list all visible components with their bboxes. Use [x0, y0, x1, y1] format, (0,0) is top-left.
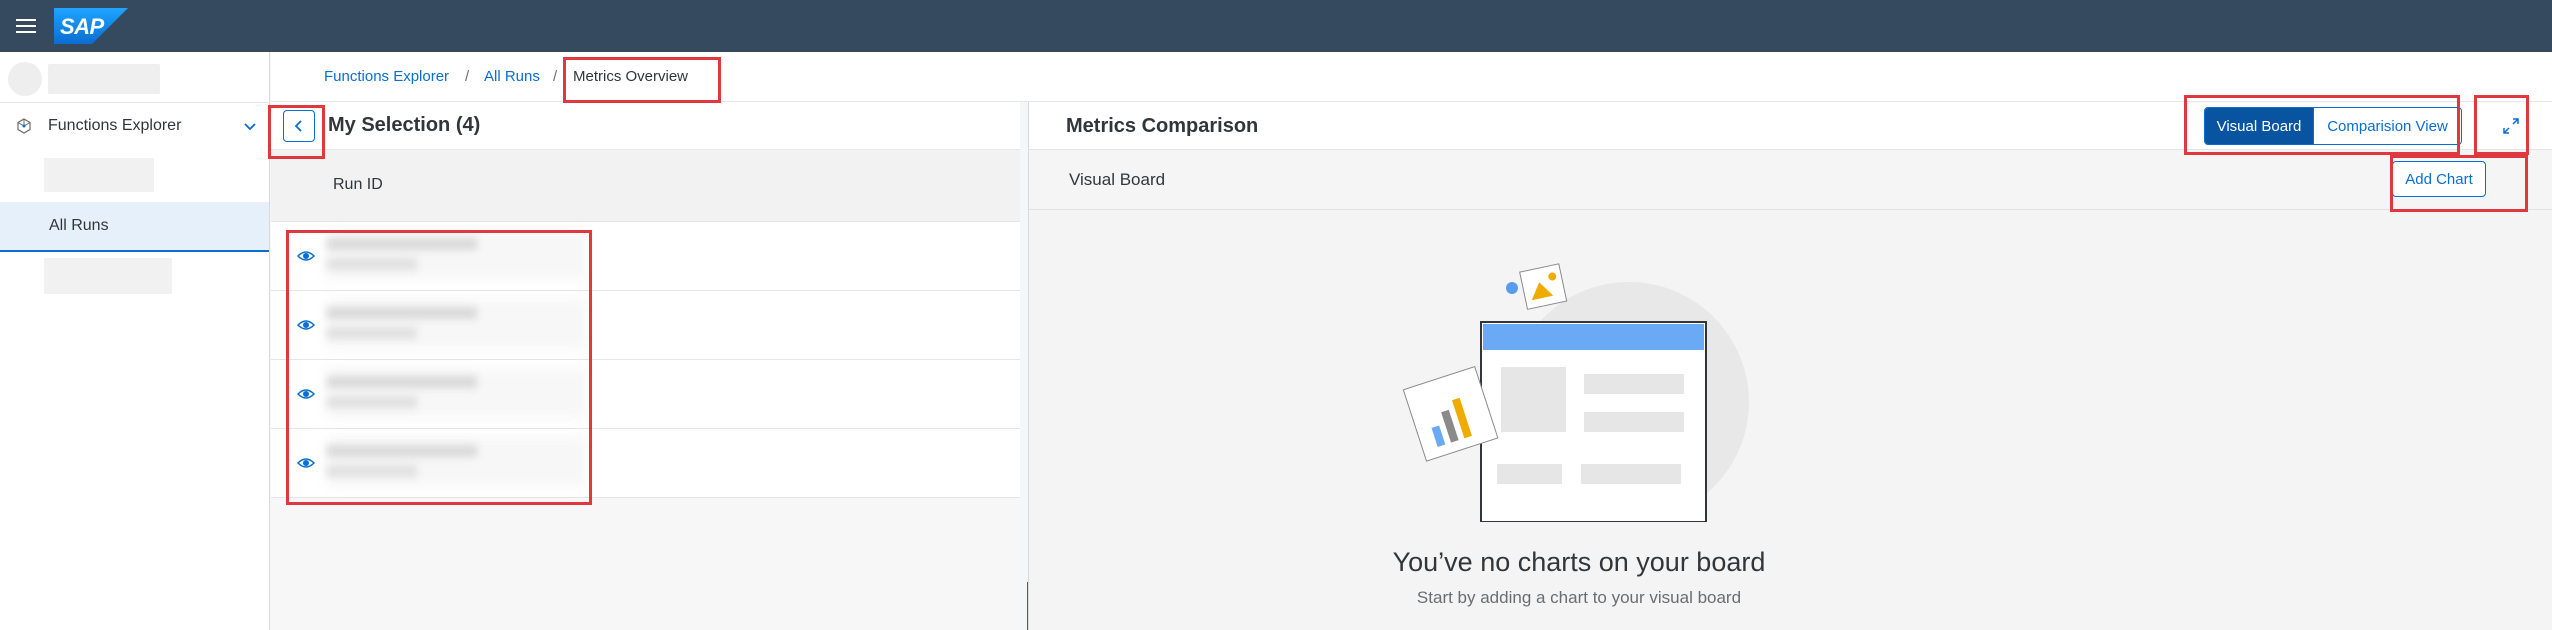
table-row[interactable] — [271, 429, 1020, 498]
panel-splitter[interactable] — [1020, 102, 1028, 630]
view-segmented-button: Visual Board Comparision View — [2204, 107, 2462, 145]
table-header: Run ID — [271, 150, 1020, 222]
add-chart-button[interactable]: Add Chart — [2392, 161, 2486, 197]
metrics-panel: Metrics Comparison Visual Board Comparis… — [1028, 102, 2552, 630]
sidebar-group-label: Functions Explorer — [48, 117, 182, 134]
sap-logo[interactable]: SAP — [54, 8, 128, 44]
eye-icon[interactable] — [297, 318, 315, 332]
side-navigation: Functions Explorer All Runs — [0, 52, 270, 630]
run-id-redacted — [327, 396, 417, 408]
run-id-redacted — [327, 258, 417, 270]
fullscreen-icon — [2503, 118, 2519, 134]
column-header-run-id[interactable]: Run ID — [333, 176, 383, 194]
user-placeholder — [8, 62, 160, 96]
breadcrumb-separator: / — [465, 68, 470, 85]
user-name-placeholder — [48, 64, 160, 94]
chevron-down-icon[interactable] — [242, 118, 258, 134]
shell-bar: SAP — [0, 0, 2552, 52]
nav-divider — [0, 102, 270, 103]
sidebar-item-placeholder[interactable] — [44, 258, 172, 294]
run-id-redacted — [327, 238, 477, 250]
fullscreen-button[interactable] — [2496, 111, 2526, 141]
avatar — [8, 62, 42, 96]
sidebar-item-functions-explorer[interactable]: Functions Explorer — [0, 104, 270, 148]
breadcrumb-separator: / — [553, 68, 558, 85]
breadcrumb: Functions Explorer / All Runs / Metrics … — [271, 52, 2552, 102]
collapse-selection-button[interactable] — [283, 110, 315, 142]
visual-board-label: Visual Board — [1069, 170, 1166, 189]
run-id-redacted — [327, 445, 477, 457]
empty-board-illustration — [1402, 263, 1749, 522]
sap-logo-text: SAP — [60, 14, 104, 39]
eye-icon[interactable] — [297, 387, 315, 401]
hamburger-menu-icon — [16, 19, 36, 33]
eye-icon[interactable] — [297, 249, 315, 263]
chevron-left-icon — [294, 120, 302, 132]
table-row[interactable] — [271, 222, 1020, 291]
metrics-title: Metrics Comparison — [1066, 115, 1259, 137]
visual-board-toolbar: Visual Board Add Chart — [1029, 150, 2552, 210]
run-id-redacted — [327, 376, 477, 388]
empty-state-subtitle: Start by adding a chart to your visual b… — [1416, 588, 1742, 607]
run-id-redacted — [327, 307, 477, 319]
run-id-redacted — [327, 465, 417, 477]
breadcrumb-functions-explorer[interactable]: Functions Explorer — [324, 68, 449, 85]
segment-visual-board[interactable]: Visual Board — [2205, 108, 2313, 144]
selection-panel: My Selection (4) Run ID — [271, 102, 1020, 630]
empty-state-title: You’ve no charts on your board — [1392, 547, 1766, 577]
functions-explorer-icon — [17, 118, 31, 134]
table-row[interactable] — [271, 360, 1020, 429]
selection-title: My Selection (4) — [328, 114, 481, 136]
selection-header: My Selection (4) — [271, 102, 1020, 150]
menu-button[interactable] — [0, 0, 52, 52]
breadcrumb-metrics-overview: Metrics Overview — [573, 68, 689, 85]
table-row[interactable] — [271, 291, 1020, 360]
sidebar-item-placeholder[interactable] — [44, 158, 154, 192]
run-id-redacted — [327, 327, 417, 339]
sidebar-item-label: All Runs — [49, 217, 109, 234]
metrics-header: Metrics Comparison Visual Board Comparis… — [1029, 102, 2552, 150]
sidebar-item-all-runs[interactable]: All Runs — [0, 202, 269, 252]
eye-icon[interactable] — [297, 456, 315, 470]
breadcrumb-all-runs[interactable]: All Runs — [484, 68, 540, 85]
segment-comparision-view[interactable]: Comparision View — [2313, 108, 2461, 144]
